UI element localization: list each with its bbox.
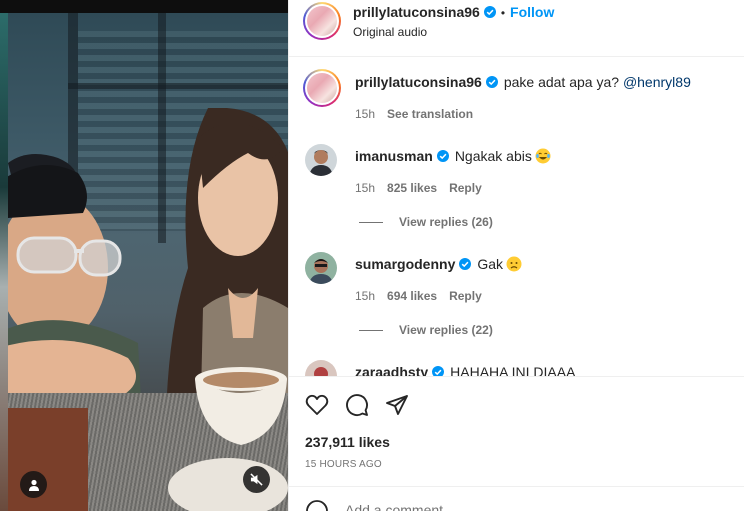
like-button[interactable] [304, 392, 330, 418]
share-icon [386, 395, 408, 415]
comment-meta: 15h 825 likes Reply [355, 181, 482, 195]
tagged-users-button[interactable] [20, 471, 47, 498]
commenter-avatar[interactable] [305, 144, 337, 176]
comment-time: 15h [355, 107, 376, 121]
mute-toggle-button[interactable] [243, 466, 270, 493]
see-translation-button[interactable]: See translation [387, 107, 473, 121]
replies-divider-line [359, 222, 383, 224]
verified-badge-icon [483, 6, 496, 18]
disappointed-face-emoji-icon [506, 256, 522, 272]
tears-of-joy-emoji-icon [535, 148, 551, 164]
view-replies-button[interactable]: View replies (22) [359, 323, 493, 337]
view-replies-label: View replies (26) [399, 215, 493, 229]
video-edge-strip [0, 13, 8, 511]
comment-button[interactable] [344, 392, 370, 418]
comment-body: Gak [477, 256, 504, 272]
video-top-bar [0, 0, 288, 13]
commenter-avatar[interactable] [305, 360, 337, 376]
comment-username[interactable]: prillylatuconsina96 [355, 74, 482, 90]
author-username[interactable]: prillylatuconsina96 [353, 4, 480, 20]
comment-text: prillylatuconsina96 pake adat apa ya? @he… [355, 74, 691, 90]
comment-icon [346, 394, 368, 417]
reply-button[interactable]: Reply [449, 181, 482, 195]
view-replies-label: View replies (22) [399, 323, 493, 337]
saucer [168, 458, 288, 511]
heart-icon [305, 394, 329, 415]
comment-username[interactable]: imanusman [355, 148, 433, 164]
replies-divider-line [359, 330, 383, 332]
comment-time: 15h [355, 181, 376, 195]
post-timestamp: 15 HOURS AGO [305, 459, 382, 470]
comment-text: imanusman Ngakak abis [355, 148, 551, 164]
comment-body: HAHAHA INI DIAAA [450, 364, 576, 376]
post-actions: 237,911 likes 15 HOURS AGO [289, 376, 744, 486]
verified-badge-icon [432, 366, 445, 376]
comments-list[interactable]: prillylatuconsina96 pake adat apa ya? @he… [289, 57, 744, 376]
original-audio-link[interactable]: Original audio [353, 25, 427, 39]
comment-text: sumargodenny Gak [355, 256, 522, 272]
verified-badge-icon [459, 258, 472, 270]
follow-button[interactable]: Follow [510, 4, 554, 20]
view-replies-button[interactable]: View replies (26) [359, 215, 493, 229]
comment-text: zaraadhsty HAHAHA INI DIAAA [355, 364, 575, 376]
speaker-muted-icon [250, 473, 263, 486]
author-line: prillylatuconsina96 • Follow [353, 4, 554, 20]
post-details-panel: prillylatuconsina96 • Follow Original audi… [288, 0, 744, 511]
user-icon [28, 479, 39, 491]
coffee-cup [195, 367, 287, 445]
share-button[interactable] [384, 392, 410, 418]
add-comment-bar [289, 486, 744, 511]
reply-button[interactable]: Reply [449, 289, 482, 303]
likes-count[interactable]: 237,911 likes [305, 434, 390, 450]
table-edge [8, 408, 88, 511]
comment-body: pake adat apa ya? [503, 74, 620, 90]
separator-dot: • [500, 6, 506, 20]
emoji-picker-icon[interactable] [305, 499, 329, 511]
comment-meta: 15h See translation [355, 107, 473, 121]
post-video[interactable] [0, 0, 288, 511]
commenter-avatar[interactable] [305, 252, 337, 284]
author-avatar[interactable] [303, 2, 341, 40]
mention-link[interactable]: @henryl89 [623, 74, 691, 90]
comment-time: 15h [355, 289, 376, 303]
commenter-avatar[interactable] [303, 69, 341, 107]
comment-likes-count[interactable]: 825 likes [387, 181, 437, 195]
comment-username[interactable]: sumargodenny [355, 256, 455, 272]
comment-likes-count[interactable]: 694 likes [387, 289, 437, 303]
comment-body: Ngakak abis [454, 148, 532, 164]
comment-meta: 15h 694 likes Reply [355, 289, 482, 303]
verified-badge-icon [485, 76, 498, 88]
comment-input[interactable] [345, 501, 645, 511]
comment-username[interactable]: zaraadhsty [355, 364, 428, 376]
verified-badge-icon [436, 150, 449, 162]
post-header: prillylatuconsina96 • Follow Original audi… [289, 0, 744, 57]
video-frame [8, 13, 288, 511]
